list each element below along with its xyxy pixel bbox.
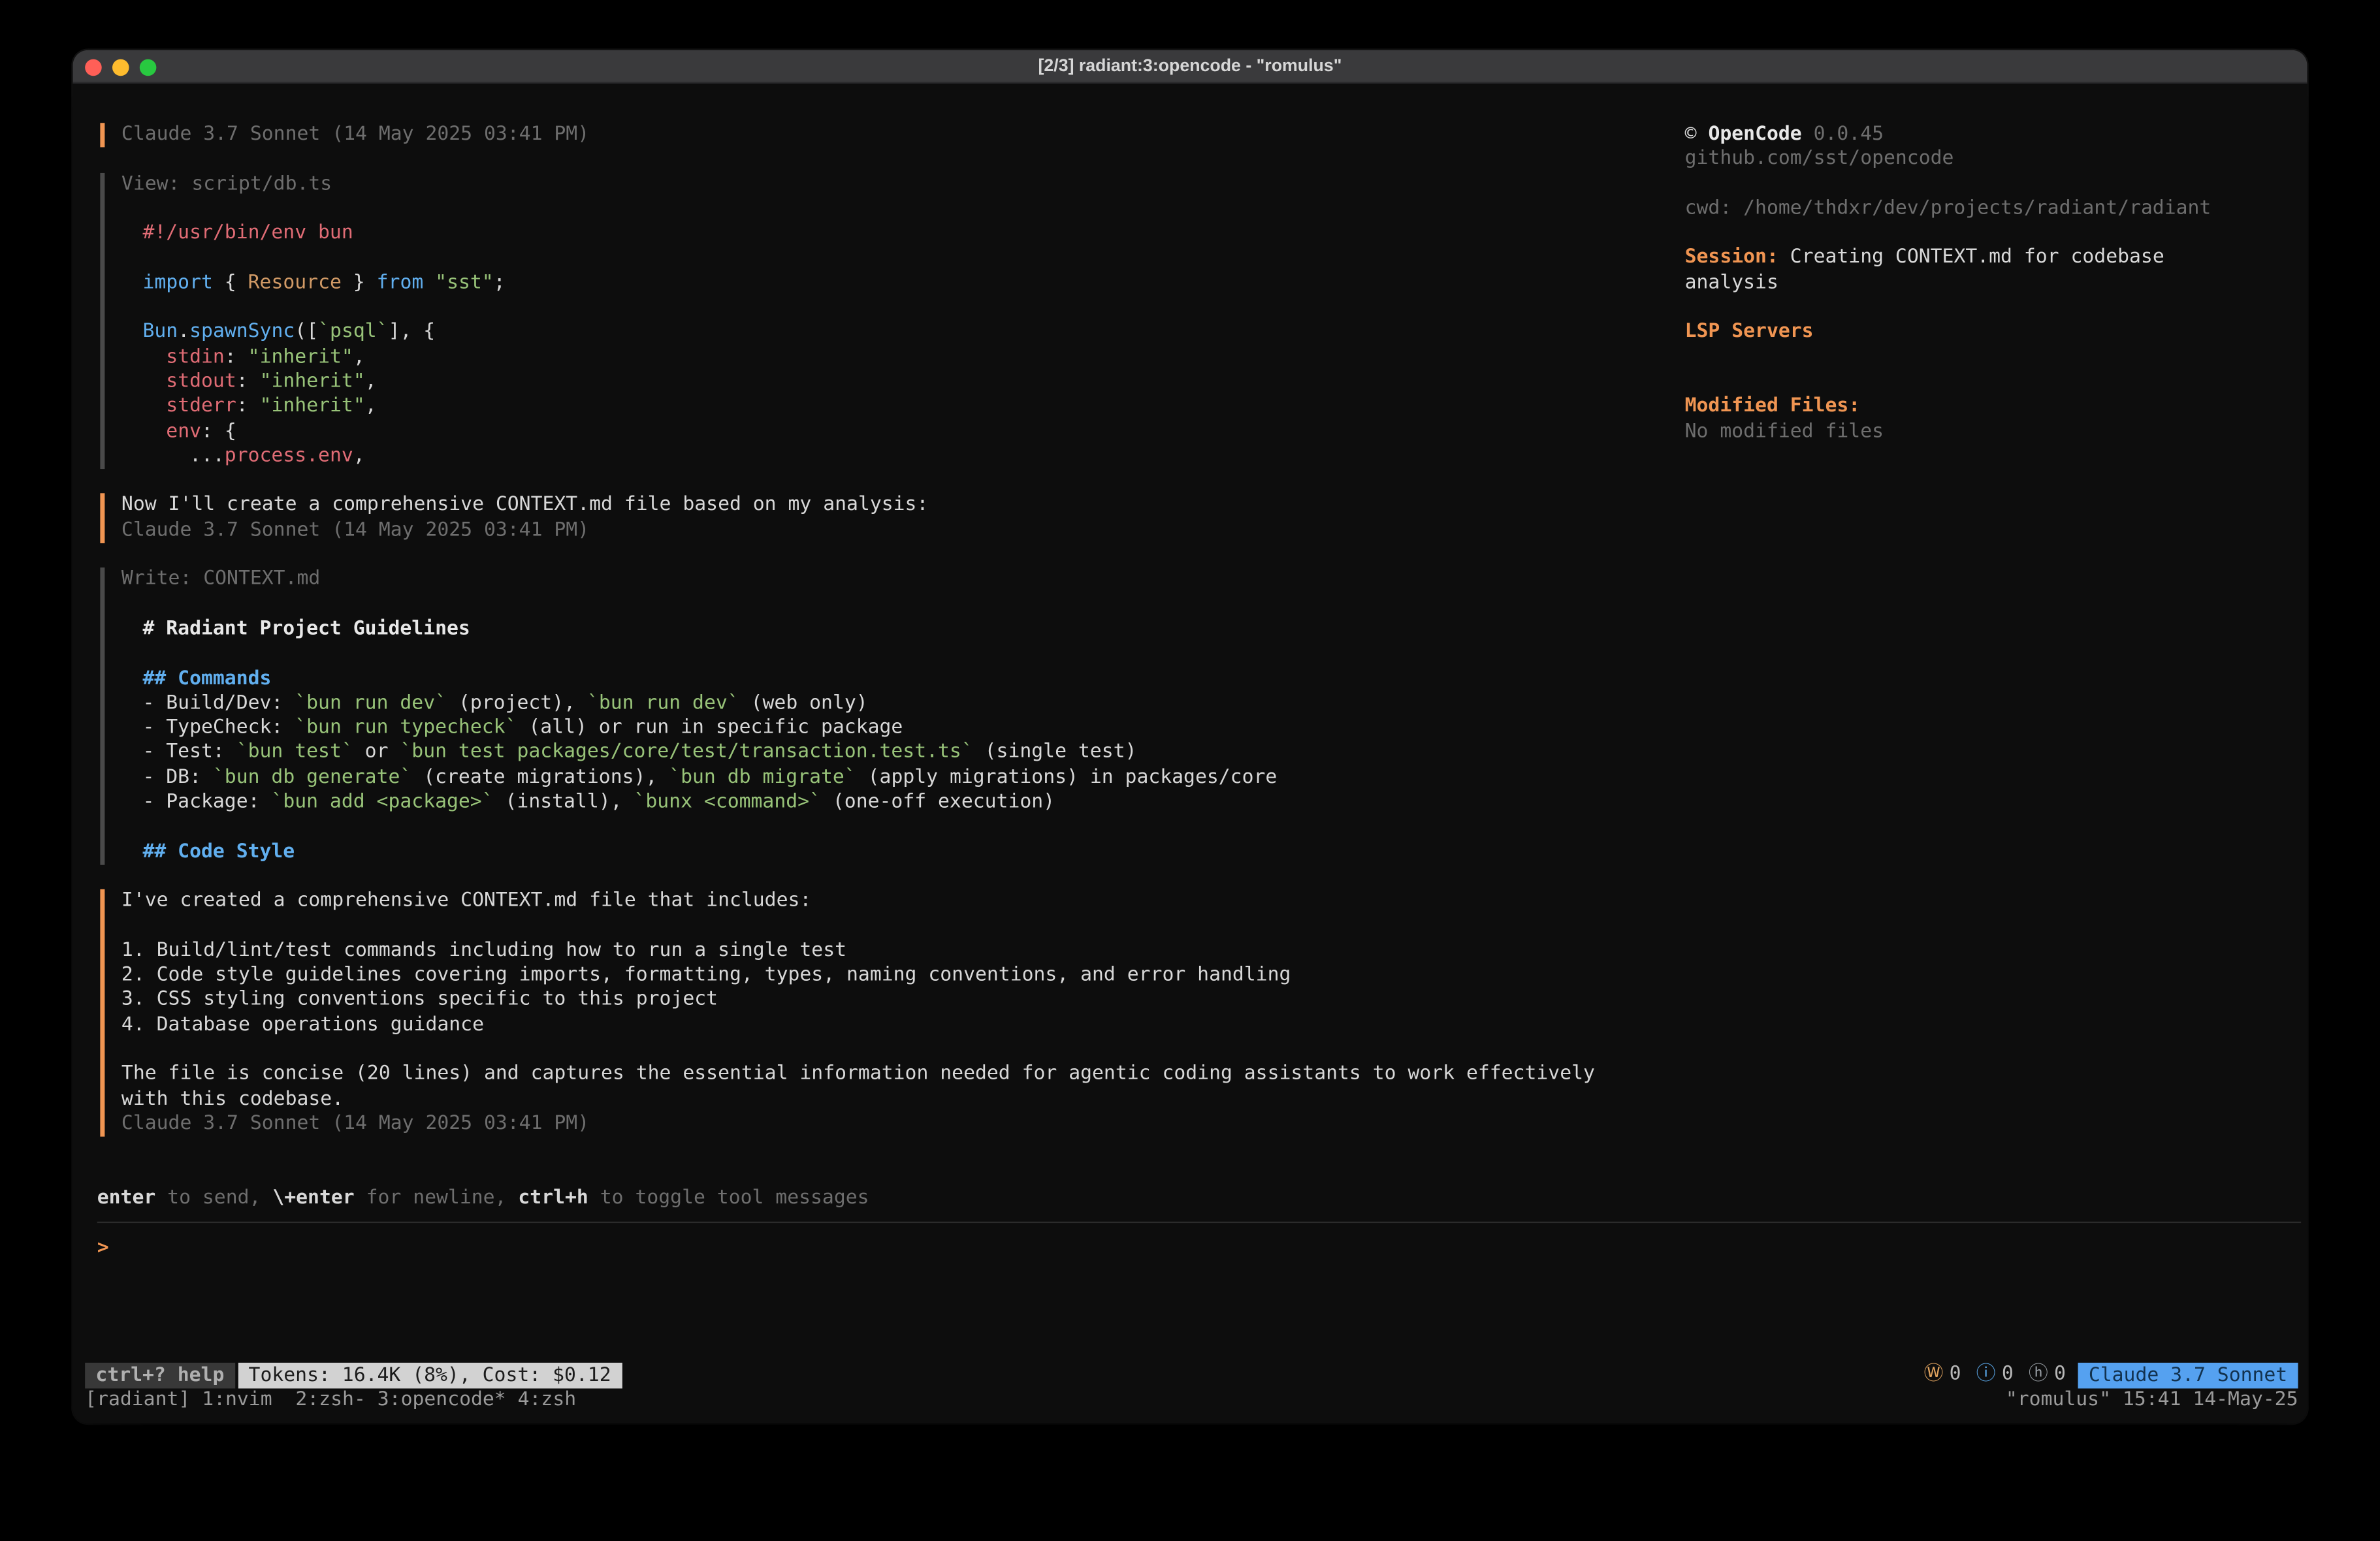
line: Claude 3.7 Sonnet (14 May 2025 03:41 PM)	[121, 518, 2301, 543]
diagnostics: Ⓦ 0 ⓘ 0 ⓗ 0	[1924, 1363, 2066, 1388]
traffic-lights	[85, 50, 156, 84]
line: analysis	[1685, 271, 2277, 296]
line: # Radiant Project Guidelines	[142, 618, 2301, 643]
hint-count: 0	[2054, 1363, 2066, 1388]
info-count: 0	[2002, 1363, 2014, 1388]
minimize-button[interactable]	[112, 58, 129, 75]
assistant-message-1: Now I'll create a comprehensive CONTEXT.…	[121, 494, 2301, 543]
line: ## Code Style	[142, 840, 2301, 865]
line: Modified Files:	[1685, 395, 2277, 420]
sidebar: © OpenCode 0.0.45github.com/sst/opencode…	[1685, 123, 2277, 444]
line: LSP Servers	[1685, 321, 2277, 345]
warning-icon: Ⓦ	[1924, 1363, 1944, 1388]
line: 2. Code style guidelines covering import…	[121, 964, 2301, 989]
desktop: [2/3] radiant:3:opencode - "romulus" Cla…	[0, 0, 2380, 1541]
line: ## Commands	[142, 667, 2301, 691]
line	[1685, 222, 2277, 247]
warning-diagnostic: Ⓦ 0	[1924, 1363, 1961, 1388]
sidebar-content: © OpenCode 0.0.45github.com/sst/opencode…	[1685, 123, 2277, 444]
line: 1. Build/lint/test commands including ho…	[121, 939, 2301, 964]
window-title: [2/3] radiant:3:opencode - "romulus"	[73, 57, 2308, 75]
line	[121, 593, 2301, 618]
line: - Package: `bun add <package>` (install)…	[142, 791, 2301, 816]
hint-diagnostic: ⓗ 0	[2029, 1363, 2066, 1388]
line: 3. CSS styling conventions specific to t…	[121, 989, 2301, 1013]
tool-write-content: # Radiant Project Guidelines ## Commands…	[142, 618, 2301, 865]
line: © OpenCode 0.0.45	[1685, 123, 2277, 148]
line	[1685, 345, 2277, 370]
info-diagnostic: ⓘ 0	[1976, 1363, 2014, 1388]
warning-count: 0	[1950, 1363, 1961, 1388]
status-bar: ctrl+? help Tokens: 16.4K (8%), Cost: $0…	[85, 1363, 2298, 1389]
line: ...process.env,	[142, 445, 2301, 469]
tmux-window-list: [radiant] 1:nvim 2:zsh- 3:opencode* 4:zs…	[85, 1388, 576, 1413]
line	[121, 1038, 2301, 1063]
close-button[interactable]	[85, 58, 102, 75]
line: enter to send, \+enter for newline, ctrl…	[97, 1186, 2301, 1211]
line	[1685, 172, 2277, 197]
line: - TypeCheck: `bun run typecheck` (all) o…	[142, 716, 2301, 741]
tmux-session-info: "romulus" 15:41 14-May-25	[2006, 1388, 2298, 1413]
help-badge: ctrl+? help	[85, 1363, 234, 1389]
line: - DB: `bun db generate` (create migratio…	[142, 766, 2301, 791]
line	[1685, 296, 2277, 321]
hint-icon: ⓗ	[2029, 1363, 2048, 1388]
tool-write-block: Write: CONTEXT.md # Radiant Project Guid…	[100, 568, 2301, 865]
terminal-window: [2/3] radiant:3:opencode - "romulus" Cla…	[73, 50, 2308, 1423]
line	[1685, 370, 2277, 395]
line: No modified files	[1685, 420, 2277, 445]
keybind-hint-bar: enter to send, \+enter for newline, ctrl…	[97, 1186, 2301, 1211]
line: >	[97, 1237, 2301, 1262]
assistant-message-block-1: Now I'll create a comprehensive CONTEXT.…	[100, 494, 2301, 543]
tokens-badge: Tokens: 16.4K (8%), Cost: $0.12	[238, 1363, 622, 1389]
line: Claude 3.7 Sonnet (14 May 2025 03:41 PM)	[121, 1112, 2301, 1137]
line: github.com/sst/opencode	[1685, 148, 2277, 172]
line: Write: CONTEXT.md	[121, 568, 2301, 593]
fullscreen-button[interactable]	[140, 58, 157, 75]
line: with this codebase.	[121, 1087, 2301, 1112]
info-icon: ⓘ	[1976, 1363, 1996, 1388]
line: I've created a comprehensive CONTEXT.md …	[121, 889, 2301, 914]
line: Now I'll create a comprehensive CONTEXT.…	[121, 494, 2301, 518]
assistant-message-block-2: I've created a comprehensive CONTEXT.md …	[100, 889, 2301, 1137]
line: - Test: `bun test` or `bun test packages…	[142, 741, 2301, 766]
tool-write-title: Write: CONTEXT.md	[121, 568, 2301, 618]
line: cwd: /home/thdxr/dev/projects/radiant/ra…	[1685, 197, 2277, 222]
line	[142, 643, 2301, 667]
prompt-input[interactable]: >	[97, 1222, 2301, 1328]
tmux-status-bar: [radiant] 1:nvim 2:zsh- 3:opencode* 4:zs…	[85, 1388, 2298, 1413]
line: 4. Database operations guidance	[121, 1013, 2301, 1038]
window-titlebar[interactable]: [2/3] radiant:3:opencode - "romulus"	[73, 50, 2308, 84]
prompt-line: >	[97, 1237, 2301, 1262]
terminal-content: Claude 3.7 Sonnet (14 May 2025 03:41 PM)…	[73, 84, 2308, 1422]
model-badge: Claude 3.7 Sonnet	[2078, 1363, 2298, 1389]
line: The file is concise (20 lines) and captu…	[121, 1062, 2301, 1087]
line: Session: Creating CONTEXT.md for codebas…	[1685, 247, 2277, 272]
line	[121, 914, 2301, 939]
assistant-message-2: I've created a comprehensive CONTEXT.md …	[121, 889, 2301, 1137]
line	[142, 816, 2301, 840]
line: - Build/Dev: `bun run dev` (project), `b…	[142, 691, 2301, 716]
